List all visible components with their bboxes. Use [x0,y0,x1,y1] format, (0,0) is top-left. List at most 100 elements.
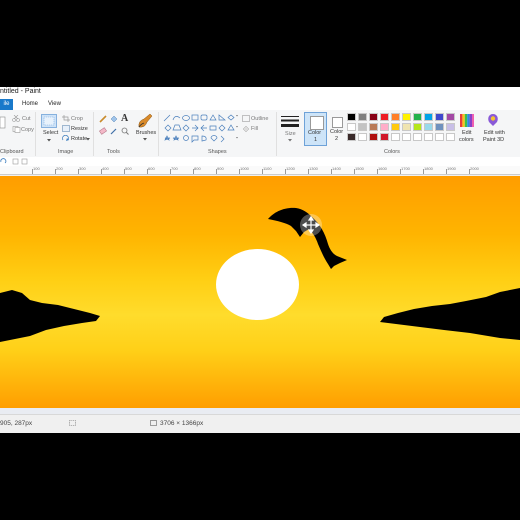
color-swatch[interactable] [347,113,356,121]
color-swatch[interactable] [424,123,433,131]
rotate-dropdown-icon[interactable] [86,138,90,141]
ruler-label: 1000 [240,166,249,171]
color-swatch[interactable] [358,133,367,141]
ruler-label: 1500 [355,166,364,171]
home-tab[interactable]: Home [22,99,38,110]
color-swatch[interactable] [391,113,400,121]
ruler-label: 200 [56,166,63,171]
color-swatch[interactable] [391,133,400,141]
pencil-icon[interactable] [99,115,107,123]
undo-redo-icons[interactable] [0,158,30,165]
outline-icon[interactable] [242,115,250,122]
right-island [380,288,520,340]
left-island [0,290,100,342]
color-swatch[interactable] [435,113,444,121]
color-swatch[interactable] [380,133,389,141]
color-swatch[interactable] [402,123,411,131]
copy-button[interactable]: Copy [21,127,34,133]
menu-bar: ile Home View [0,99,520,110]
color-swatch[interactable] [347,133,356,141]
shapes-gallery[interactable] [162,113,238,145]
edit-paint3d-label: Paint 3D [483,137,505,143]
color-swatch[interactable] [435,123,444,131]
separator [276,112,277,156]
edit-colors-icon[interactable] [460,114,474,127]
rotate-icon[interactable] [62,135,70,142]
paint-window: ntitled - Paint ile Home View Cut Copy C… [0,87,520,433]
color1-swatch [310,116,324,130]
size-button[interactable]: Size [285,131,296,137]
magnifier-icon[interactable] [121,127,129,135]
color-swatch[interactable] [446,133,455,141]
crop-button[interactable]: Crop [71,116,83,122]
crop-icon[interactable] [62,115,70,122]
color-swatch[interactable] [446,113,455,121]
color-swatch[interactable] [413,113,422,121]
color-swatch[interactable] [424,133,433,141]
file-menu-tab[interactable]: ile [0,99,13,110]
color-swatch[interactable] [347,123,356,131]
separator [93,112,94,156]
resize-button[interactable]: Resize [71,126,88,132]
size-icon[interactable] [281,115,299,129]
fill-button[interactable]: Fill [251,126,258,132]
outline-button[interactable]: Outline [251,116,268,122]
select-button[interactable]: Select [43,130,58,136]
ruler-label: 1400 [332,166,341,171]
color-swatch[interactable] [358,123,367,131]
image-size: 3706 × 1366px [160,420,204,427]
drawing-canvas[interactable] [0,176,520,408]
color1-selector[interactable]: Color 1 [304,112,327,146]
view-tab[interactable]: View [48,99,61,110]
tools-group-label: Tools [107,149,120,155]
clipboard-group-label: Clipboard [0,149,24,155]
copy-icon[interactable] [12,126,21,133]
eraser-icon[interactable] [99,127,107,135]
color-swatch[interactable] [435,133,444,141]
select-icon[interactable] [41,114,57,128]
fill-icon[interactable] [242,125,250,132]
select-dropdown-icon[interactable] [47,139,51,142]
color-swatch[interactable] [391,123,400,131]
color-swatch[interactable] [402,133,411,141]
color-swatch[interactable] [369,113,378,121]
color-swatch[interactable] [369,123,378,131]
color-swatch[interactable] [369,133,378,141]
cut-button[interactable]: Cut [22,116,31,122]
color1-label: Color [308,130,322,136]
horizontal-ruler: 100 200 300 400 500 600 700 800 900 1000 1100 1200 1… [0,166,520,175]
paste-icon[interactable] [0,115,6,129]
colors-group-label: Colors [384,149,400,155]
color-swatch[interactable] [413,133,422,141]
resize-icon[interactable] [62,125,70,132]
brushes-button[interactable]: Brushes [136,130,156,136]
color-swatch[interactable] [358,113,367,121]
ruler-label: 1200 [286,166,295,171]
brushes-dropdown-icon[interactable] [143,138,147,141]
status-bar: 905, 287px 3706 × 1366px [0,414,520,433]
color2-selector[interactable]: Color 2 [328,112,346,146]
color-swatch[interactable] [424,113,433,121]
selection-size-icon [69,420,76,426]
ruler-label: 900 [217,166,224,171]
ruler-label: 2000 [470,166,479,171]
cut-icon[interactable] [12,115,21,122]
color-swatch[interactable] [446,123,455,131]
size-dropdown-icon[interactable] [288,139,292,142]
color-swatch[interactable] [380,113,389,121]
color2-label: Color [330,129,344,135]
ruler-label: 700 [171,166,178,171]
color1-number: 1 [314,137,318,143]
rotate-button[interactable]: Rotate [71,136,87,142]
edit-colors-button[interactable]: Edit [462,130,471,136]
fill-bucket-icon[interactable] [110,115,118,123]
ruler-label: 300 [79,166,86,171]
color-picker-icon[interactable] [110,127,118,135]
brushes-icon[interactable] [137,113,153,129]
text-tool-icon[interactable]: A [121,113,128,124]
color-swatch[interactable] [413,123,422,131]
paint3d-icon[interactable] [486,113,500,127]
color-swatch[interactable] [380,123,389,131]
edit-paint3d-button[interactable]: Edit with [484,130,505,136]
color-swatch[interactable] [402,113,411,121]
